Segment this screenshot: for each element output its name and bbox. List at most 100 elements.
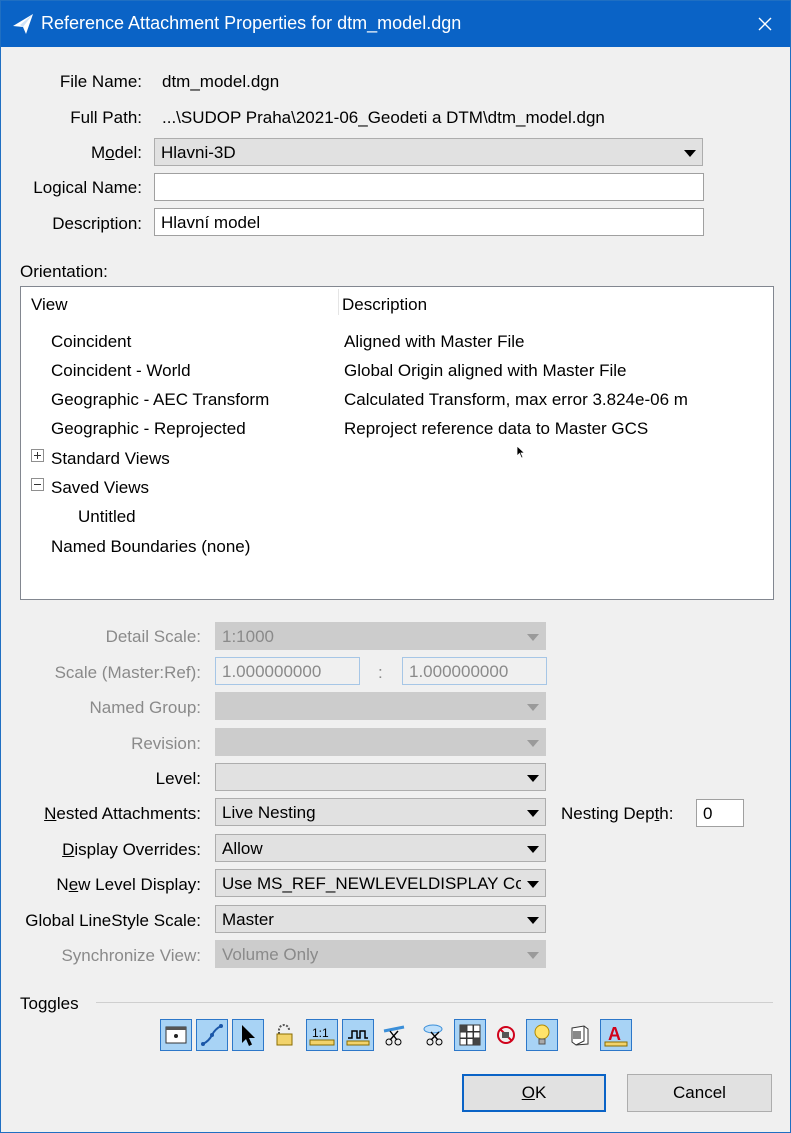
- list-item[interactable]: Geographic - AEC Transform Calculated Tr…: [21, 386, 773, 414]
- mouse-cursor-icon: [516, 445, 526, 459]
- full-path-value: ...\SUDOP Praha\2021-06_Geodeti a DTM\dt…: [162, 108, 605, 127]
- ok-button-label: OK: [522, 1083, 547, 1103]
- named-group-dropdown[interactable]: [215, 692, 546, 720]
- model-dropdown-value: Hlavni-3D: [161, 143, 236, 162]
- description-input-value: Hlavní model: [161, 213, 261, 232]
- treat-as-element-toggle-button[interactable]: [490, 1019, 522, 1051]
- annotation-scale-toggle-button[interactable]: A: [600, 1019, 632, 1051]
- model-label-accel: o: [105, 143, 115, 162]
- display-overrides-dropdown[interactable]: Allow: [215, 834, 546, 862]
- orientation-label: Orientation:: [20, 262, 108, 281]
- locate-toggle-icon: [242, 1025, 255, 1046]
- use-lights-toggle-button[interactable]: [526, 1019, 558, 1051]
- snap-toggle-icon: [201, 1024, 223, 1046]
- logical-name-label-accel: g: [52, 178, 62, 197]
- nested-attachments-value: Live Nesting: [222, 803, 316, 822]
- cancel-button[interactable]: Cancel: [627, 1074, 772, 1112]
- list-item[interactable]: Named Boundaries (none): [21, 533, 773, 561]
- column-header-description[interactable]: Description: [342, 295, 427, 315]
- display-overrides-label-accel: D: [62, 840, 75, 859]
- scale-label: Scale (Master:Ref):: [54, 663, 201, 682]
- clip-back-toggle-button[interactable]: [418, 1019, 450, 1051]
- toggles-label: Toggles: [20, 994, 79, 1013]
- level-dropdown[interactable]: [215, 763, 546, 791]
- ignore-when-nesting-toggle-button[interactable]: [378, 1019, 410, 1051]
- new-level-display-label-accel: e: [68, 875, 79, 894]
- nesting-depth-input[interactable]: 0: [696, 799, 744, 827]
- chevron-down-icon: [527, 917, 539, 924]
- display-raster-refs-toggle-button[interactable]: [564, 1019, 596, 1051]
- nested-attachments-label-text: ested Attachments:: [56, 804, 201, 823]
- use-lights-toggle-icon: [534, 1024, 550, 1045]
- model-label-text-end: del:: [114, 143, 142, 162]
- linestyle-scale-dropdown[interactable]: Master: [215, 905, 546, 933]
- revision-dropdown[interactable]: [215, 728, 546, 756]
- close-icon: [758, 17, 772, 31]
- model-dropdown[interactable]: Hlavni-3D: [154, 138, 703, 166]
- logical-name-input[interactable]: [154, 173, 704, 201]
- scale-separator: :: [378, 663, 383, 682]
- list-item[interactable]: Geographic - Reprojected Reproject refer…: [21, 415, 773, 443]
- chevron-down-icon: [527, 846, 539, 853]
- nesting-depth-value: 0: [703, 804, 713, 823]
- new-level-display-dropdown[interactable]: Use MS_REF_NEWLEVELDISPLAY Config: [215, 869, 546, 897]
- synchronize-view-dropdown[interactable]: Volume Only: [215, 940, 546, 968]
- lock-toggle-button[interactable]: [268, 1019, 300, 1051]
- collapse-minus-icon[interactable]: [31, 478, 44, 491]
- logical-name-label: Logical Name:: [33, 178, 142, 198]
- detail-scale-dropdown[interactable]: 1:1000: [215, 622, 546, 650]
- title-bar[interactable]: Reference Attachment Properties for dtm_…: [1, 1, 790, 47]
- list-item-view: Coincident - World: [51, 361, 191, 380]
- chevron-down-icon: [527, 775, 539, 782]
- locate-toggle-button[interactable]: [232, 1019, 264, 1051]
- list-item-description: Reproject reference data to Master GCS: [344, 419, 649, 438]
- list-item[interactable]: Saved Views: [21, 474, 773, 502]
- detail-scale-value: 1:1000: [222, 627, 274, 646]
- display-toggle-button[interactable]: [160, 1019, 192, 1051]
- file-name-value: dtm_model.dgn: [162, 72, 280, 91]
- scale-master-input[interactable]: 1.000000000: [215, 657, 360, 685]
- display-overrides-value: Allow: [222, 839, 263, 858]
- list-item-view: Coincident: [51, 332, 132, 351]
- chevron-down-icon: [684, 150, 696, 157]
- scale-linestyles-toggle-icon: [346, 1030, 370, 1046]
- display-raster-refs-toggle-icon: [571, 1025, 589, 1046]
- detail-scale-label: Detail Scale:: [105, 627, 201, 646]
- column-separator[interactable]: [338, 289, 339, 315]
- nesting-depth-label-text: Nesting Dep: [561, 804, 655, 823]
- cancel-button-label: Cancel: [673, 1083, 726, 1102]
- chevron-down-icon: [527, 810, 539, 817]
- nested-attachments-dropdown[interactable]: Live Nesting: [215, 798, 546, 826]
- list-item[interactable]: Coincident Aligned with Master File: [21, 328, 773, 356]
- display-overrides-label-text: isplay Overrides:: [74, 840, 201, 859]
- lock-toggle-icon: [276, 1024, 293, 1046]
- close-button[interactable]: [740, 1, 790, 47]
- file-name-label: File Name:: [59, 72, 142, 91]
- orientation-list[interactable]: View Description Coincident Aligned with…: [20, 286, 774, 600]
- list-item-view: Standard Views: [51, 449, 170, 468]
- true-scale-toggle-button[interactable]: 1:1: [306, 1019, 338, 1051]
- expand-plus-icon[interactable]: [31, 449, 44, 462]
- raster-toggle-button[interactable]: [454, 1019, 486, 1051]
- new-level-display-label-text-end: w Level Display:: [78, 875, 201, 894]
- scale-ref-input[interactable]: 1.000000000: [402, 657, 547, 685]
- list-item-view: Named Boundaries (none): [51, 537, 251, 556]
- synchronize-view-label: Synchronize View:: [61, 946, 201, 965]
- column-header-view[interactable]: View: [31, 295, 68, 315]
- nested-attachments-label-accel: N: [44, 804, 57, 823]
- ok-button[interactable]: OK: [462, 1074, 606, 1112]
- named-group-label: Named Group:: [89, 698, 202, 717]
- list-item[interactable]: Untitled: [21, 503, 773, 531]
- annotation-scale-toggle-icon: A: [604, 1024, 628, 1047]
- model-label: Model:: [91, 143, 142, 163]
- scale-linestyles-toggle-button[interactable]: [342, 1019, 374, 1051]
- list-item[interactable]: Coincident - World Global Origin aligned…: [21, 357, 773, 385]
- ok-button-accel: O: [521, 1083, 535, 1102]
- description-label: Description:: [52, 214, 142, 233]
- list-item[interactable]: Standard Views: [21, 445, 773, 473]
- chevron-down-icon: [527, 634, 539, 641]
- linestyle-scale-value: Master: [222, 910, 274, 929]
- snap-toggle-button[interactable]: [196, 1019, 228, 1051]
- description-input[interactable]: Hlavní model: [154, 208, 704, 236]
- model-label-text: M: [90, 143, 106, 162]
